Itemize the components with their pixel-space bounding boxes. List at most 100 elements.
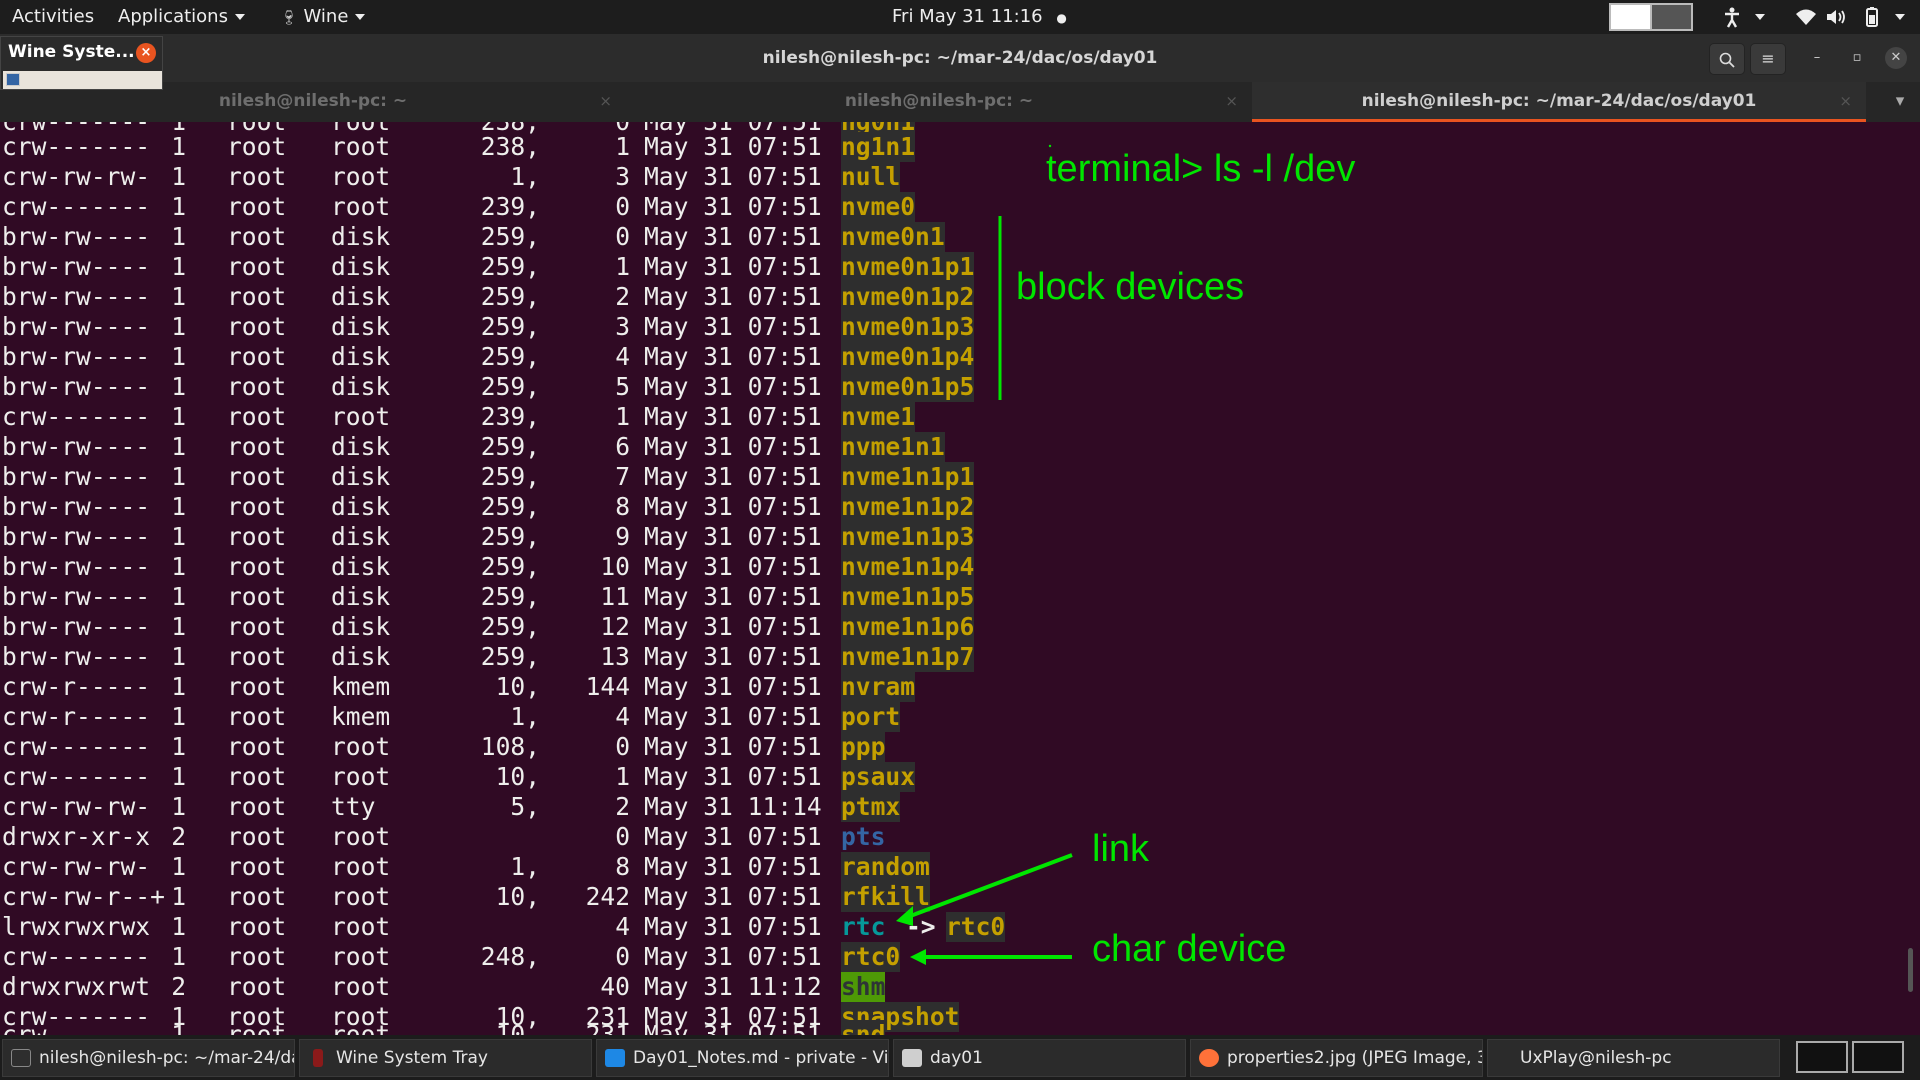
terminal-line: brw-rw---- 1 root disk 259, 2 May 31 07:51 nvme…: [0, 282, 1100, 312]
taskbar-item-vscode[interactable]: Day01_Notes.md - private - Vis...: [596, 1039, 889, 1077]
file-name: nvme1: [841, 402, 916, 432]
taskbar-label: properties2.jpg (JPEG Image, 3...: [1227, 1048, 1483, 1068]
major-number: 10,: [495, 762, 540, 791]
owner: root: [227, 702, 287, 731]
search-button[interactable]: [1709, 43, 1745, 75]
close-button[interactable]: ✕: [1885, 47, 1907, 69]
tab-day01[interactable]: nilesh@nilesh-pc: ~/mar-24/dac/os/day01 …: [1252, 82, 1866, 122]
modified-date: May 31 11:14: [644, 792, 822, 821]
hamburger-menu-button[interactable]: ≡: [1750, 43, 1786, 75]
workspace-1-thumbnail[interactable]: [1796, 1041, 1848, 1073]
modified-date: May 31 07:51: [644, 222, 822, 251]
taskbar-item-files[interactable]: day01: [893, 1039, 1186, 1077]
permissions: brw-rw----: [2, 372, 151, 401]
tray-app-icon[interactable]: [6, 73, 20, 86]
tab-close-icon[interactable]: ×: [1839, 82, 1852, 120]
workspace-2-indicator[interactable]: [1650, 3, 1693, 31]
battery-icon[interactable]: [1862, 0, 1905, 34]
permissions: crw-------: [2, 762, 151, 791]
permissions: crw-rw-rw-: [2, 162, 151, 191]
permissions: brw-rw----: [2, 312, 151, 341]
wine-menu[interactable]: 🍷︎ Wine: [280, 0, 366, 34]
top-bar: Activities Applications 🍷︎ Wine Fri May …: [0, 0, 1920, 34]
owner: root: [227, 162, 287, 191]
minor-number: 1: [615, 252, 630, 281]
group: disk: [331, 252, 391, 281]
major-number: 1,: [510, 702, 540, 731]
file-name: shm: [841, 972, 886, 1002]
owner: root: [227, 672, 287, 701]
permissions: brw-rw----: [2, 492, 151, 521]
file-name: nvme1n1p3: [841, 522, 975, 552]
workspace-1-indicator[interactable]: [1609, 3, 1652, 31]
workspace-2-thumbnail[interactable]: [1852, 1041, 1904, 1073]
wine-system-tray-popup[interactable]: Wine Syste... ×: [0, 36, 163, 90]
terminal-line: crw------- 1 root root 239, 0 May 31 07:51 nvme…: [0, 192, 1100, 222]
taskbar-item-uxplay[interactable]: UxPlay@nilesh-pc: [1487, 1039, 1780, 1077]
permissions: crw-rw-r--+: [2, 882, 165, 911]
tab-overflow-button[interactable]: ▾: [1880, 82, 1920, 122]
minor-number: 8: [615, 492, 630, 521]
maximize-button[interactable]: ▫: [1846, 47, 1868, 69]
major-number: 259,: [480, 432, 540, 461]
file-name: rtc0: [841, 942, 901, 972]
file-name: nvme1n1p5: [841, 582, 975, 612]
terminal-line: brw-rw---- 1 root disk 259, 13 May 31 07:51 nvm…: [0, 642, 1100, 672]
group: root: [331, 402, 391, 431]
group: root: [331, 912, 391, 941]
permissions: crw-------: [2, 192, 151, 221]
terminal-scrollbar[interactable]: [1908, 948, 1913, 992]
file-name: nvme1n1p1: [841, 462, 975, 492]
group: root: [331, 882, 391, 911]
tab-label: nilesh@nilesh-pc: ~: [844, 91, 1034, 111]
modified-date: May 31 07:51: [644, 912, 822, 941]
tab-home-2[interactable]: nilesh@nilesh-pc: ~ ×: [626, 82, 1252, 122]
owner: root: [227, 942, 287, 971]
permissions: brw-rw----: [2, 252, 151, 281]
taskbar-item-wine-system-tray[interactable]: Wine System Tray: [299, 1039, 592, 1077]
permissions: brw-rw----: [2, 432, 151, 461]
taskbar-label: nilesh@nilesh-pc: ~/mar-24/da...: [39, 1048, 295, 1068]
clock[interactable]: Fri May 31 11:16 ●: [892, 0, 1067, 34]
owner: root: [227, 972, 287, 1001]
minor-number: 9: [615, 522, 630, 551]
group: kmem: [331, 702, 391, 731]
close-icon[interactable]: ×: [136, 43, 156, 63]
permissions: crw-------: [2, 402, 151, 431]
owner: root: [227, 732, 287, 761]
tab-close-icon[interactable]: ×: [1225, 82, 1238, 120]
file-name: ptmx: [841, 792, 901, 822]
annotation-link: link: [1092, 828, 1150, 870]
minor-number: 40: [600, 972, 630, 1001]
owner: root: [227, 822, 287, 851]
link-count: 1: [171, 132, 186, 161]
major-number: 239,: [480, 402, 540, 431]
menu-icon: ≡: [1761, 49, 1775, 68]
terminal-line: crw------- 1 root root 108, 0 May 31 07:51 ppp: [0, 732, 1100, 762]
volume-icon[interactable]: [1826, 0, 1848, 34]
tab-close-icon[interactable]: ×: [599, 82, 612, 120]
owner: root: [227, 582, 287, 611]
taskbar-item-terminal[interactable]: nilesh@nilesh-pc: ~/mar-24/da...: [2, 1039, 295, 1077]
owner: root: [227, 402, 287, 431]
major-number: 259,: [480, 492, 540, 521]
maximize-icon: ▫: [1852, 50, 1862, 65]
group: disk: [331, 372, 391, 401]
minimize-button[interactable]: –: [1806, 47, 1828, 69]
terminal-titlebar[interactable]: nilesh@nilesh-pc: ~/mar-24/dac/os/day01 …: [0, 34, 1920, 82]
taskbar-item-firefox[interactable]: properties2.jpg (JPEG Image, 3...: [1190, 1039, 1483, 1077]
modified-date: May 31 07:51: [644, 492, 822, 521]
terminal-line: lrwxrwxrwx 1 root root 4 May 31 07:51 rtc -> rtc…: [0, 912, 1100, 942]
permissions: lrwxrwxrwx: [2, 912, 151, 941]
minor-number: 3: [615, 312, 630, 341]
major-number: 248,: [480, 942, 540, 971]
wifi-icon[interactable]: [1795, 0, 1817, 34]
applications-menu[interactable]: Applications: [118, 0, 245, 34]
minor-number: 242: [585, 882, 630, 911]
major-number: 259,: [480, 222, 540, 251]
accessibility-icon[interactable]: [1722, 0, 1765, 34]
terminal-output[interactable]: crw------- 1 root root 238, 0 May 31 07:…: [0, 122, 1920, 1035]
activities-button[interactable]: Activities: [12, 0, 94, 34]
file-name: nvme0n1p5: [841, 372, 975, 402]
terminal-line: brw-rw---- 1 root disk 259, 8 May 31 07:51 nvme…: [0, 492, 1100, 522]
